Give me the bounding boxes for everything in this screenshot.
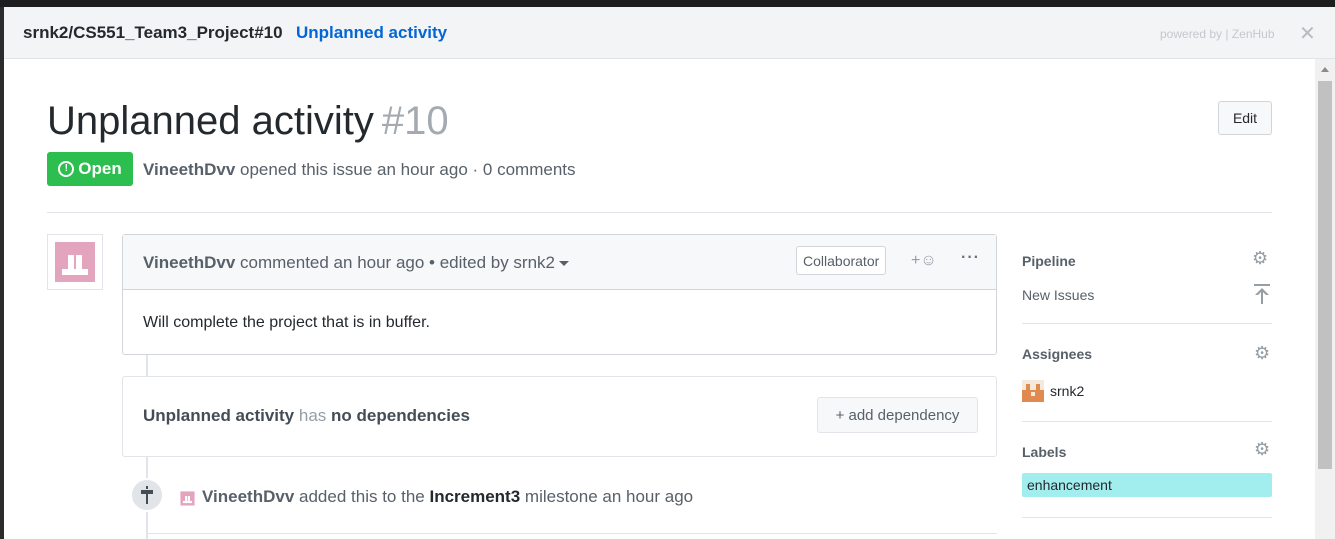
issue-number: #10 [381, 99, 449, 143]
identicon-small-icon [178, 489, 197, 508]
pipeline-heading: Pipeline [1022, 253, 1076, 269]
identicon-avatar-icon [55, 242, 95, 282]
pipeline-value[interactable]: New Issues [1022, 287, 1094, 303]
issue-meta-text: opened this issue an hour ago · 0 commen… [240, 160, 576, 179]
assignees-gear-icon[interactable]: ⚙ [1254, 343, 1270, 364]
assignee-avatar-icon [1022, 380, 1044, 402]
dependencies-panel: Unplanned activity has no dependencies +… [122, 376, 997, 457]
timeline-divider [146, 533, 997, 534]
dependencies-text: Unplanned activity has no dependencies [143, 406, 470, 426]
reaction-label: +☺ [911, 252, 937, 269]
add-reaction-icon[interactable]: +☺ [911, 252, 937, 270]
deps-has-word: has [298, 406, 327, 425]
comment-box: VineethDvv commented an hour ago • edite… [122, 234, 997, 355]
close-icon[interactable]: ✕ [1299, 21, 1316, 46]
issue-modal: srnk2/CS551_Team3_Project#10 Unplanned a… [4, 7, 1335, 539]
deps-status: no dependencies [331, 406, 470, 425]
window-top-strip [0, 0, 1335, 7]
event-text-before: added this to the [299, 487, 425, 506]
author-link[interactable]: VineethDvv [143, 160, 235, 179]
event-text-after[interactable]: milestone an hour ago [525, 487, 693, 506]
assignee-name: srnk2 [1050, 383, 1085, 399]
deps-issue-name: Unplanned activity [143, 406, 295, 425]
add-dependency-button[interactable]: + add dependency [817, 397, 978, 433]
comment-header-text: VineethDvv commented an hour ago • edite… [143, 253, 569, 273]
scrollbar[interactable] [1315, 59, 1335, 539]
labels-heading: Labels [1022, 444, 1067, 460]
comment-header: VineethDvv commented an hour ago • edite… [123, 235, 996, 290]
assignee-item[interactable]: srnk2 [1022, 380, 1084, 402]
event-avatar[interactable] [178, 489, 197, 508]
issue-link[interactable]: Unplanned activity [296, 23, 447, 43]
more-options-icon[interactable]: ··· [961, 249, 980, 267]
label-enhancement[interactable]: enhancement [1022, 473, 1272, 497]
chevron-down-icon[interactable] [559, 261, 569, 267]
powered-by-zenhub[interactable]: powered by | ZenHub [1160, 27, 1275, 41]
status-label: Open [78, 159, 122, 178]
milestone-event-badge [130, 478, 164, 512]
avatar[interactable] [47, 234, 103, 290]
edit-button[interactable]: Edit [1218, 101, 1272, 135]
sidebar-divider [1022, 517, 1272, 518]
status-badge: ! Open [47, 152, 133, 186]
assignees-heading: Assignees [1022, 346, 1093, 362]
pipeline-gear-icon[interactable]: ⚙ [1252, 248, 1268, 269]
issue-meta: VineethDvv opened this issue an hour ago… [143, 160, 576, 180]
modal-header: srnk2/CS551_Team3_Project#10 Unplanned a… [4, 7, 1335, 59]
milestone-icon [141, 486, 153, 504]
comment-action[interactable]: commented an hour ago • edited by srnk2 [240, 253, 555, 272]
repo-path[interactable]: srnk2/CS551_Team3_Project#10 [23, 23, 283, 43]
page-title: Unplanned activity #10 [47, 99, 449, 144]
header-divider [47, 212, 1272, 213]
comment-author-link[interactable]: VineethDvv [143, 253, 235, 272]
scroll-up-arrow-icon[interactable] [1321, 67, 1329, 72]
issue-opened-icon: ! [58, 161, 75, 177]
move-to-top-icon[interactable] [1254, 284, 1270, 304]
milestone-link[interactable]: Increment3 [429, 487, 520, 506]
collaborator-badge: Collaborator [796, 246, 887, 275]
event-actor-link[interactable]: VineethDvv [202, 487, 294, 506]
sidebar-divider [1022, 421, 1272, 422]
issue-title-text: Unplanned activity [47, 99, 374, 143]
milestone-event-text: VineethDvv added this to the Increment3 … [202, 487, 693, 507]
scrollbar-thumb[interactable] [1318, 81, 1332, 469]
sidebar-divider [1022, 323, 1272, 324]
labels-gear-icon[interactable]: ⚙ [1254, 439, 1270, 460]
comment-body: Will complete the project that is in buf… [143, 314, 430, 331]
